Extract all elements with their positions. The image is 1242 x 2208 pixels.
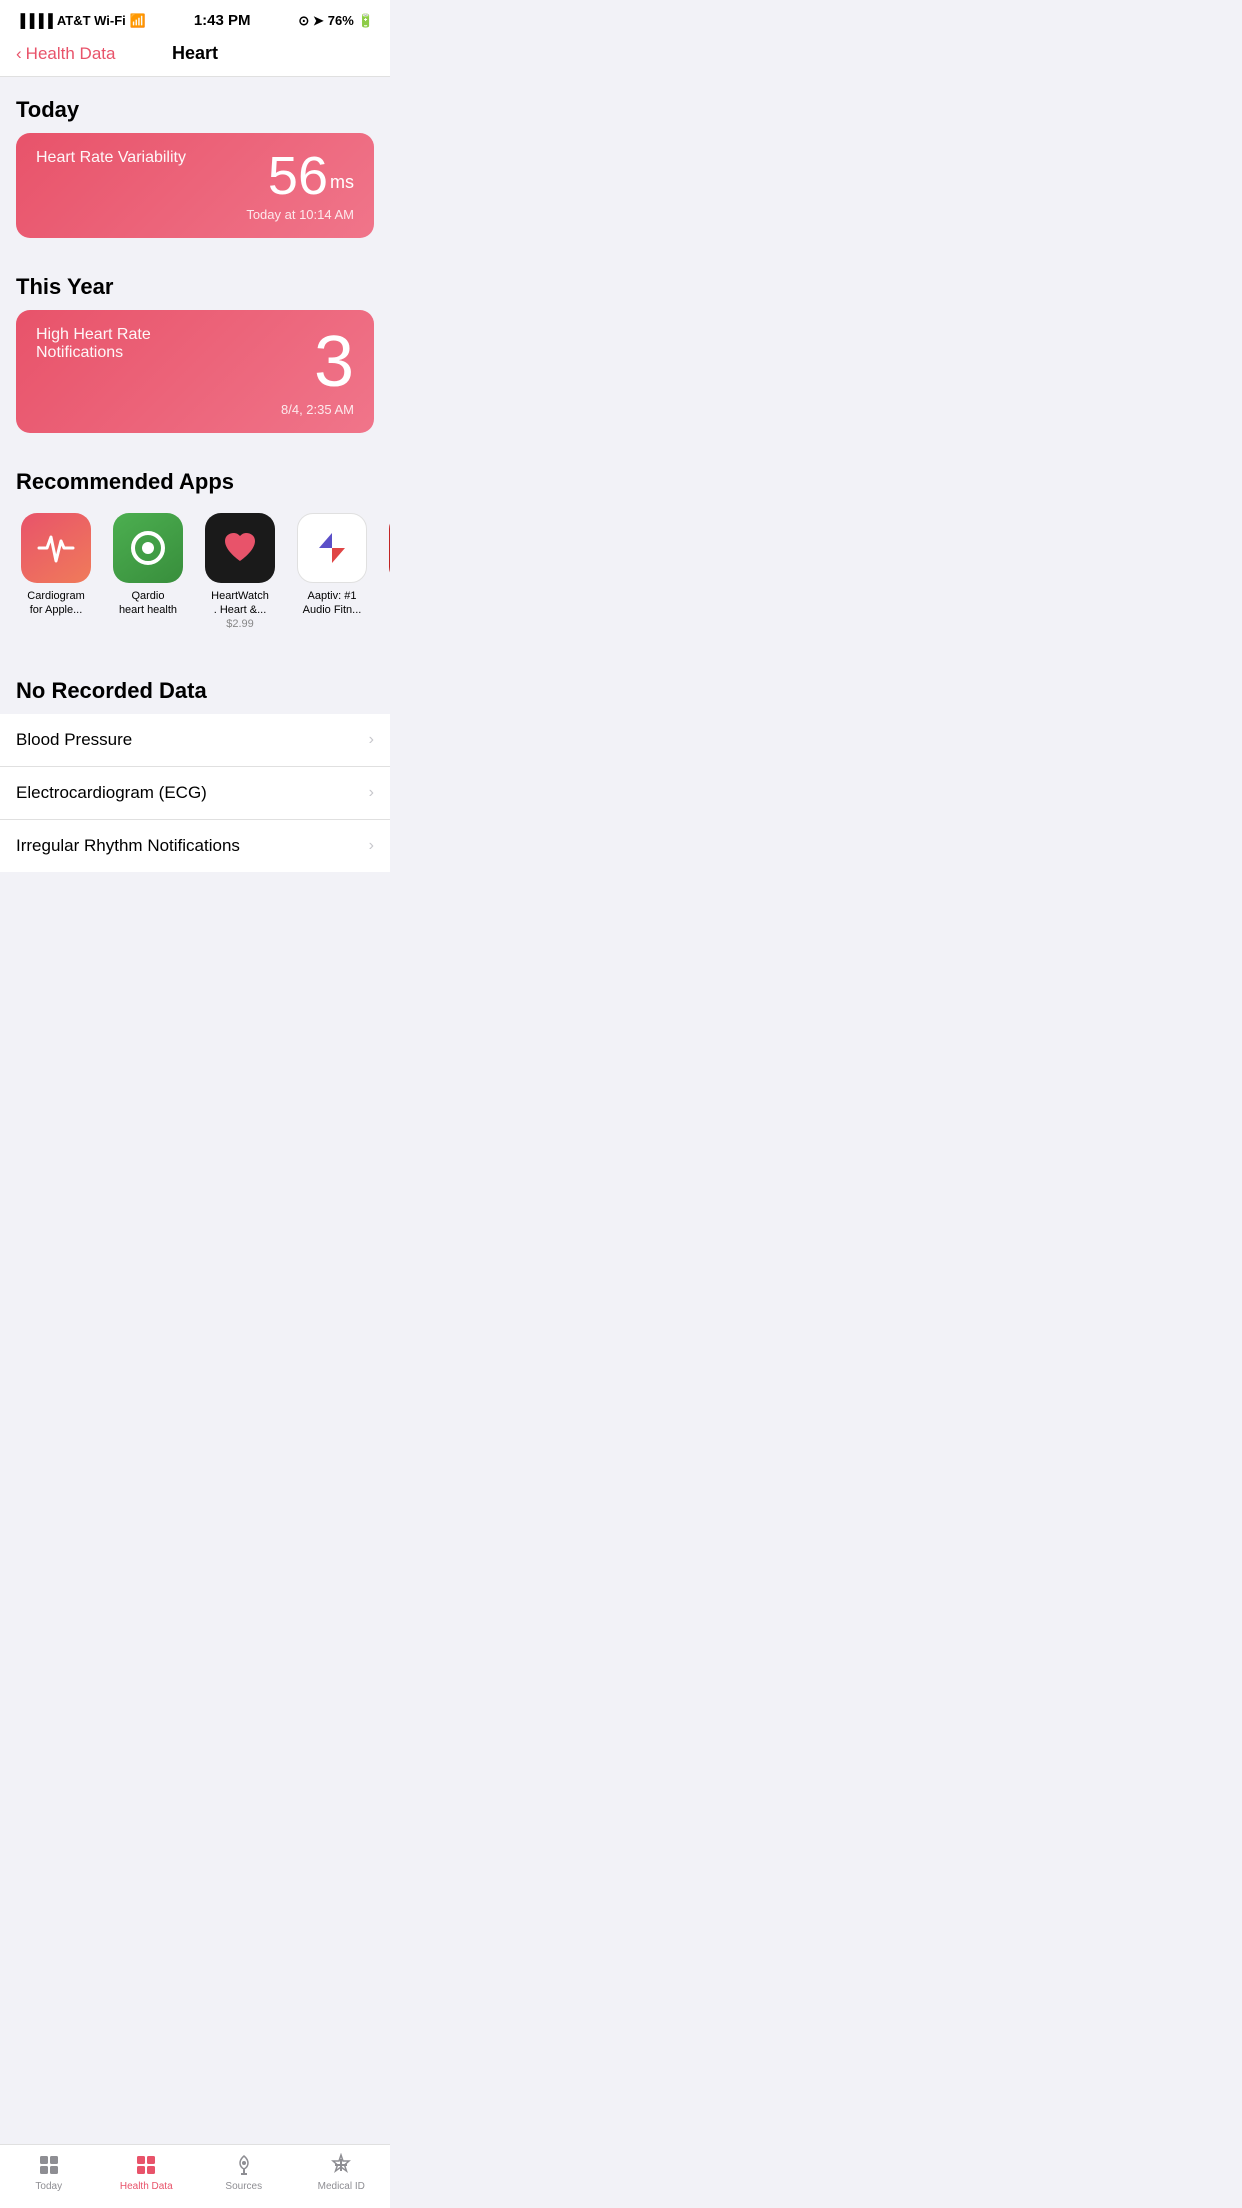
app-qardio[interactable]: Qardioheart health: [108, 513, 188, 630]
tab-medical-id-label: Medical ID: [318, 2181, 365, 2192]
healthdata-icon: [134, 2153, 158, 2177]
sources-icon: [232, 2153, 256, 2177]
card-value-row: 56ms: [246, 149, 354, 203]
app-heartwatch[interactable]: HeartWatch. Heart &... $2.99: [200, 513, 280, 630]
list-item-ecg[interactable]: Electrocardiogram (ECG) ›: [0, 767, 390, 820]
today-icon: [37, 2153, 61, 2177]
this-year-header: This Year: [0, 254, 390, 310]
status-bar: ▐▐▐▐ AT&T Wi-Fi 📶 1:43 PM ⊙ ➤ 76% 🔋: [0, 0, 390, 35]
tab-bar: Today Health Data Sources: [0, 2144, 390, 2208]
no-recorded-data-section: No Recorded Data Blood Pressure › Electr…: [0, 662, 390, 872]
battery-icon: 🔋: [358, 13, 374, 29]
no-data-list: Blood Pressure › Electrocardiogram (ECG)…: [0, 714, 390, 872]
card-title: Heart Rate Variability: [36, 149, 186, 167]
recommended-apps-header: Recommended Apps: [0, 449, 390, 505]
nav-bar: ‹ Health Data Heart: [0, 35, 390, 77]
chevron-right-icon-2: ›: [369, 784, 374, 802]
today-header: Today: [0, 77, 390, 133]
chevron-left-icon: ‹: [16, 44, 22, 64]
card-timestamp: Today at 10:14 AM: [246, 207, 354, 222]
back-label: Health Data: [26, 44, 116, 64]
high-heart-rate-card[interactable]: High Heart Rate Notifications 3 8/4, 2:3…: [16, 310, 374, 433]
card-unit: ms: [330, 172, 354, 192]
app-cardiogram[interactable]: Cardiogramfor Apple...: [16, 513, 96, 630]
tab-medical-id[interactable]: Medical ID: [306, 2153, 376, 2192]
list-item-label-blood-pressure: Blood Pressure: [16, 730, 132, 750]
list-item-label-ecg: Electrocardiogram (ECG): [16, 783, 207, 803]
status-left: ▐▐▐▐ AT&T Wi-Fi 📶: [16, 13, 146, 29]
app-name-qardio: Qardioheart health: [119, 589, 177, 618]
page-title: Heart: [172, 43, 218, 64]
signal-icon: ▐▐▐▐: [16, 13, 53, 28]
tab-sources-label: Sources: [225, 2181, 262, 2192]
app-icon-heartwatch: [205, 513, 275, 583]
app-icon-qardio: [113, 513, 183, 583]
app-icon-aaptiv: [297, 513, 367, 583]
chevron-right-icon-3: ›: [369, 837, 374, 855]
recommended-apps-section: Recommended Apps Cardiogramfor Apple...: [0, 449, 390, 654]
main-content: Today Heart Rate Variability 56ms Today …: [0, 77, 390, 952]
card-value-2: 3: [314, 322, 354, 402]
back-button[interactable]: ‹ Health Data: [16, 44, 115, 64]
app-icon-cardiogram: [21, 513, 91, 583]
no-data-header: No Recorded Data: [0, 662, 390, 714]
battery-label: 76%: [328, 13, 354, 28]
tab-today[interactable]: Today: [14, 2153, 84, 2192]
status-right: ⊙ ➤ 76% 🔋: [298, 13, 374, 29]
app-name-heartwatch: HeartWatch. Heart &...: [211, 589, 269, 618]
card-title-2: High Heart Rate Notifications: [36, 326, 216, 362]
app-price-heartwatch: $2.99: [226, 618, 254, 630]
list-item-blood-pressure[interactable]: Blood Pressure ›: [0, 714, 390, 767]
medicalid-icon: [329, 2153, 353, 2177]
app-record[interactable]: RECORD Record byUnder Ar...: [384, 513, 390, 630]
apps-scroll[interactable]: Cardiogramfor Apple... Qardioheart healt…: [0, 505, 390, 638]
list-item-label-irregular-rhythm: Irregular Rhythm Notifications: [16, 836, 240, 856]
location-icon: ⊙ ➤: [298, 13, 323, 29]
status-time: 1:43 PM: [194, 12, 251, 29]
tab-health-data-label: Health Data: [120, 2181, 173, 2192]
wifi-icon: 📶: [130, 13, 146, 29]
app-name-cardiogram: Cardiogramfor Apple...: [27, 589, 84, 618]
heart-rate-variability-card[interactable]: Heart Rate Variability 56ms Today at 10:…: [16, 133, 374, 238]
tab-sources[interactable]: Sources: [209, 2153, 279, 2192]
list-item-irregular-rhythm[interactable]: Irregular Rhythm Notifications ›: [0, 820, 390, 872]
app-icon-record: RECORD: [389, 513, 390, 583]
chevron-right-icon-1: ›: [369, 731, 374, 749]
card-value: 56: [268, 149, 328, 203]
app-aaptiv[interactable]: Aaptiv: #1Audio Fitn...: [292, 513, 372, 630]
card-right-2: 3 8/4, 2:35 AM: [281, 326, 354, 417]
tab-health-data[interactable]: Health Data: [111, 2153, 181, 2192]
app-name-aaptiv: Aaptiv: #1Audio Fitn...: [303, 589, 362, 618]
tab-today-label: Today: [35, 2181, 62, 2192]
card-right: 56ms Today at 10:14 AM: [246, 149, 354, 222]
card-timestamp-2: 8/4, 2:35 AM: [281, 402, 354, 417]
carrier-label: AT&T Wi-Fi: [57, 13, 126, 28]
